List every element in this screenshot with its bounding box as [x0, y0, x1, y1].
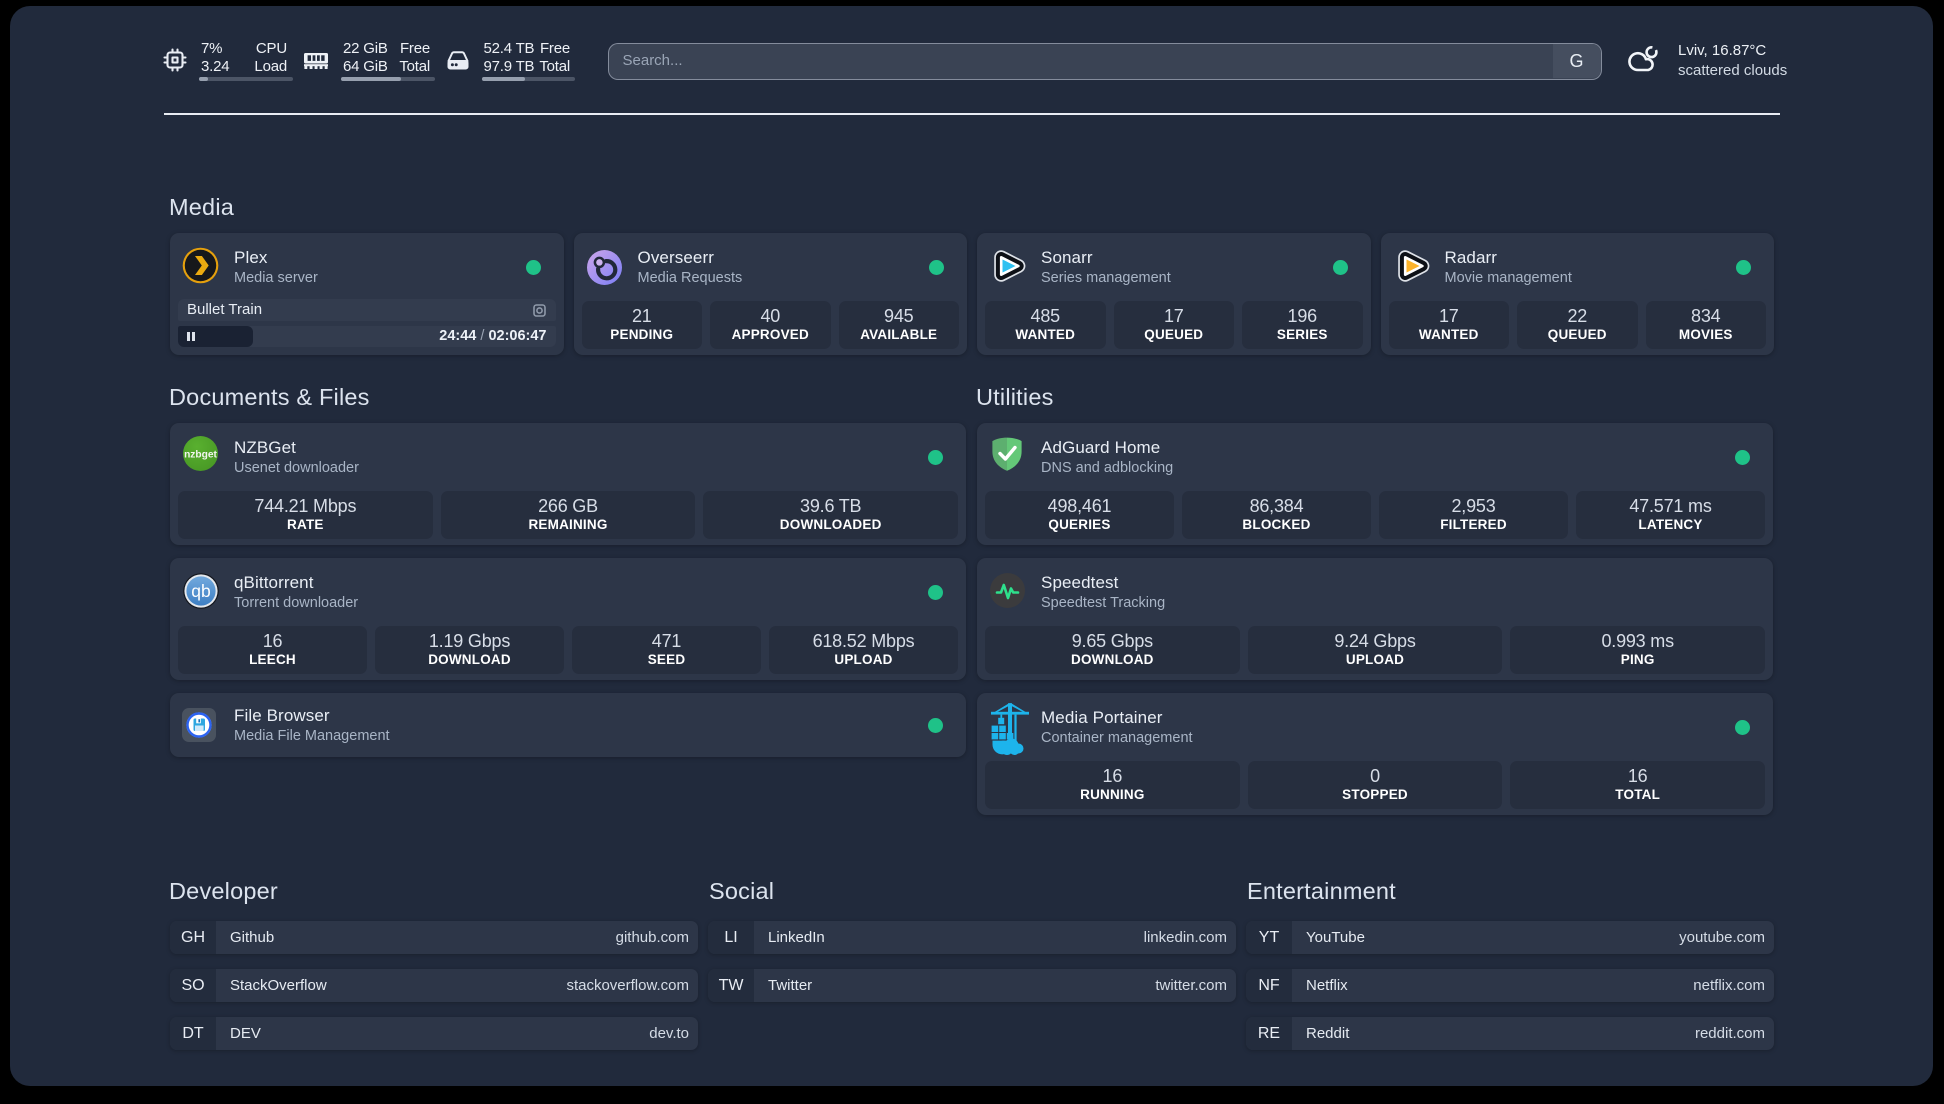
svg-text:qb: qb: [191, 581, 210, 601]
svg-text:nzbget: nzbget: [184, 450, 217, 461]
